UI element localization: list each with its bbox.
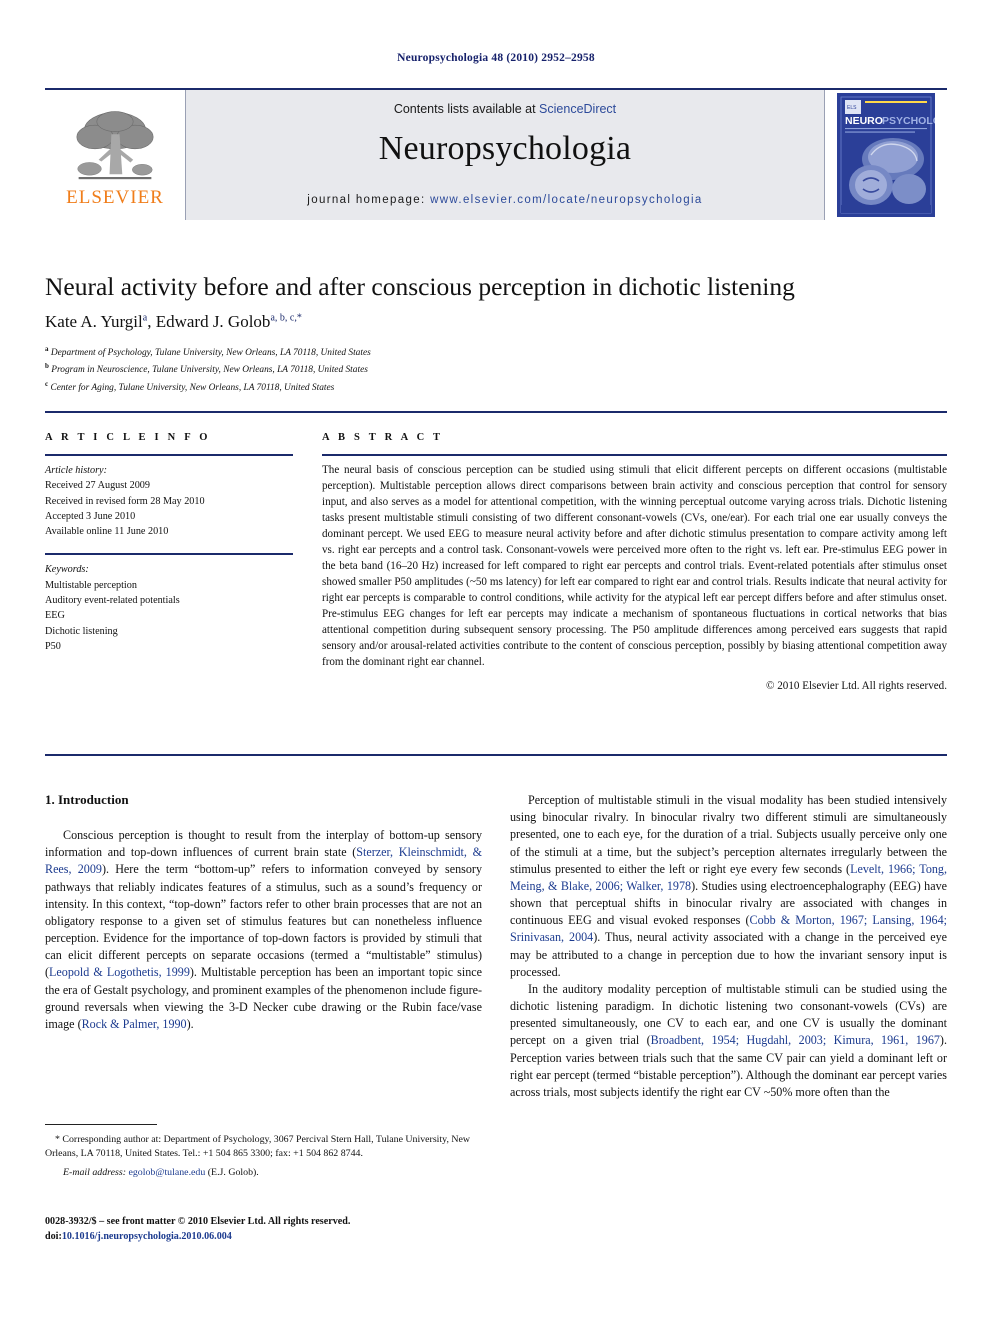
- keyword-item: Auditory event-related potentials: [45, 595, 180, 607]
- keywords-block: Keywords: Multistable perception Auditor…: [45, 562, 293, 654]
- sciencedirect-link[interactable]: ScienceDirect: [539, 102, 616, 116]
- doi-line: doi:10.1016/j.neuropsychologia.2010.06.0…: [45, 1229, 482, 1244]
- keywords-rule: [45, 553, 293, 556]
- affiliation-item: a Department of Psychology, Tulane Unive…: [45, 344, 645, 361]
- email-link[interactable]: egolob@tulane.edu: [128, 1167, 205, 1178]
- email-label: E-mail address:: [63, 1166, 129, 1178]
- svg-text:NEURO: NEURO: [845, 115, 883, 127]
- contents-available-line: Contents lists available at ScienceDirec…: [394, 102, 616, 116]
- imprint-block: 0028-3932/$ – see front matter © 2010 El…: [45, 1214, 482, 1244]
- contents-prefix: Contents lists available at: [393, 102, 540, 116]
- running-head: Neuropsychologia 48 (2010) 2952–2958: [397, 52, 595, 64]
- keyword-item: Multistable perception: [45, 579, 137, 591]
- email-suffix: (E.J. Golob).: [205, 1166, 259, 1178]
- citation-leopold[interactable]: Leopold & Logothetis, 1999: [49, 965, 190, 979]
- keyword-item: P50: [45, 640, 61, 652]
- section-heading-introduction: 1. Introduction: [45, 792, 129, 807]
- footnote-divider: [45, 1124, 157, 1125]
- elsevier-wordmark: ELSEVIER: [66, 187, 164, 208]
- abstract-copyright: © 2010 Elsevier Ltd. All rights reserved…: [766, 679, 947, 692]
- elsevier-logo: ELSEVIER: [45, 90, 185, 220]
- keywords-label: Keywords:: [45, 564, 89, 576]
- affiliation-item: b Program in Neuroscience, Tulane Univer…: [45, 361, 645, 378]
- affiliation-text: Center for Aging, Tulane University, New…: [50, 382, 335, 393]
- par-text: ).: [186, 1016, 194, 1031]
- history-item: Accepted 3 June 2010: [45, 510, 136, 522]
- email-note: E-mail address: egolob@tulane.edu (E.J. …: [45, 1166, 482, 1180]
- affiliation-mark: b: [45, 362, 49, 371]
- journal-cover-thumbnail: ELS NEURO PSYCHOLOGIA: [837, 93, 935, 217]
- abstract-column: A B S T R A C T The neural basis of cons…: [322, 432, 947, 692]
- journal-homepage-line: journal homepage: www.elsevier.com/locat…: [186, 194, 824, 206]
- article-title: Neural activity before and after conscio…: [45, 272, 795, 301]
- article-history-block: Article history: Received 27 August 2009…: [45, 463, 293, 539]
- author-names: Kate A. Yurgila, Edward J. Goloba, b, c,…: [45, 312, 302, 331]
- corresponding-author-note: * Corresponding author at: Department of…: [45, 1134, 471, 1160]
- affiliation-mark: a: [45, 345, 49, 353]
- affiliation-list: a Department of Psychology, Tulane Unive…: [45, 344, 645, 396]
- doi-link[interactable]: 10.1016/j.neuropsychologia.2010.06.004: [62, 1231, 232, 1242]
- keyword-item: Dichotic listening: [45, 625, 118, 637]
- homepage-prefix: journal homepage:: [307, 194, 431, 206]
- author-affil-mark-1: a: [142, 312, 148, 324]
- paragraph-intro-1: Conscious perception is thought to resul…: [45, 827, 482, 1033]
- affiliation-item: c Center for Aging, Tulane University, N…: [45, 379, 645, 396]
- affiliation-text: Department of Psychology, Tulane Univers…: [50, 348, 371, 359]
- corresponding-author-marker: *: [296, 312, 302, 324]
- history-item: Available online 11 June 2010: [45, 526, 169, 538]
- article-history-label: Article history:: [45, 465, 107, 476]
- history-item: Received 27 August 2009: [45, 480, 150, 492]
- author-list: Kate A. Yurgila, Edward J. Goloba, b, c,…: [45, 312, 935, 332]
- author-affil-mark-2: a, b, c,: [270, 312, 297, 324]
- keyword-item: EEG: [45, 610, 65, 622]
- article-info-heading: A R T I C L E I N F O: [45, 432, 211, 443]
- citation-broadbent[interactable]: Broadbent, 1954; Hugdahl, 2003; Kimura, …: [651, 1033, 940, 1047]
- abstract-text: The neural basis of conscious perception…: [322, 464, 947, 668]
- body-column-right: Perception of multistable stimuli in the…: [510, 792, 947, 1101]
- footnote-block: * Corresponding author at: Department of…: [45, 1124, 482, 1180]
- journal-cover-container: ELS NEURO PSYCHOLOGIA: [825, 90, 947, 220]
- doi-label: doi:: [45, 1231, 62, 1243]
- paper-page: Neuropsychologia 48 (2010) 2952–2958 ELS…: [0, 0, 992, 1323]
- elsevier-tree-icon: [76, 111, 154, 180]
- journal-homepage-link[interactable]: www.elsevier.com/locate/neuropsychologia: [430, 194, 703, 206]
- abstract-rule: [322, 454, 947, 456]
- paragraph-intro-2: Perception of multistable stimuli in the…: [510, 792, 947, 981]
- journal-title: Neuropsychologia: [378, 130, 632, 167]
- history-item: Received in revised form 28 May 2010: [45, 495, 205, 507]
- article-info-column: A R T I C L E I N F O Article history: R…: [45, 432, 293, 668]
- svg-text:PSYCHOLOGIA: PSYCHOLOGIA: [882, 115, 935, 127]
- affiliation-mark: c: [45, 379, 49, 388]
- journal-masthead: ELSEVIER Contents lists available at Sci…: [45, 88, 947, 220]
- article-info-rule: [45, 454, 293, 456]
- abstract-heading: A B S T R A C T: [322, 432, 444, 443]
- affiliation-text: Program in Neuroscience, Tulane Universi…: [51, 365, 368, 376]
- journal-banner: Contents lists available at ScienceDirec…: [185, 90, 825, 220]
- par-text: ). Here the term “bottom-up” refers to i…: [45, 862, 482, 980]
- issn-front-matter: 0028-3932/$ – see front matter © 2010 El…: [45, 1216, 351, 1227]
- body-column-left: 1. Introduction Conscious perception is …: [45, 792, 482, 1033]
- paragraph-intro-3: In the auditory modality perception of m…: [510, 981, 947, 1101]
- svg-text:ELS: ELS: [847, 105, 857, 111]
- citation-rock[interactable]: Rock & Palmer, 1990: [82, 1017, 187, 1031]
